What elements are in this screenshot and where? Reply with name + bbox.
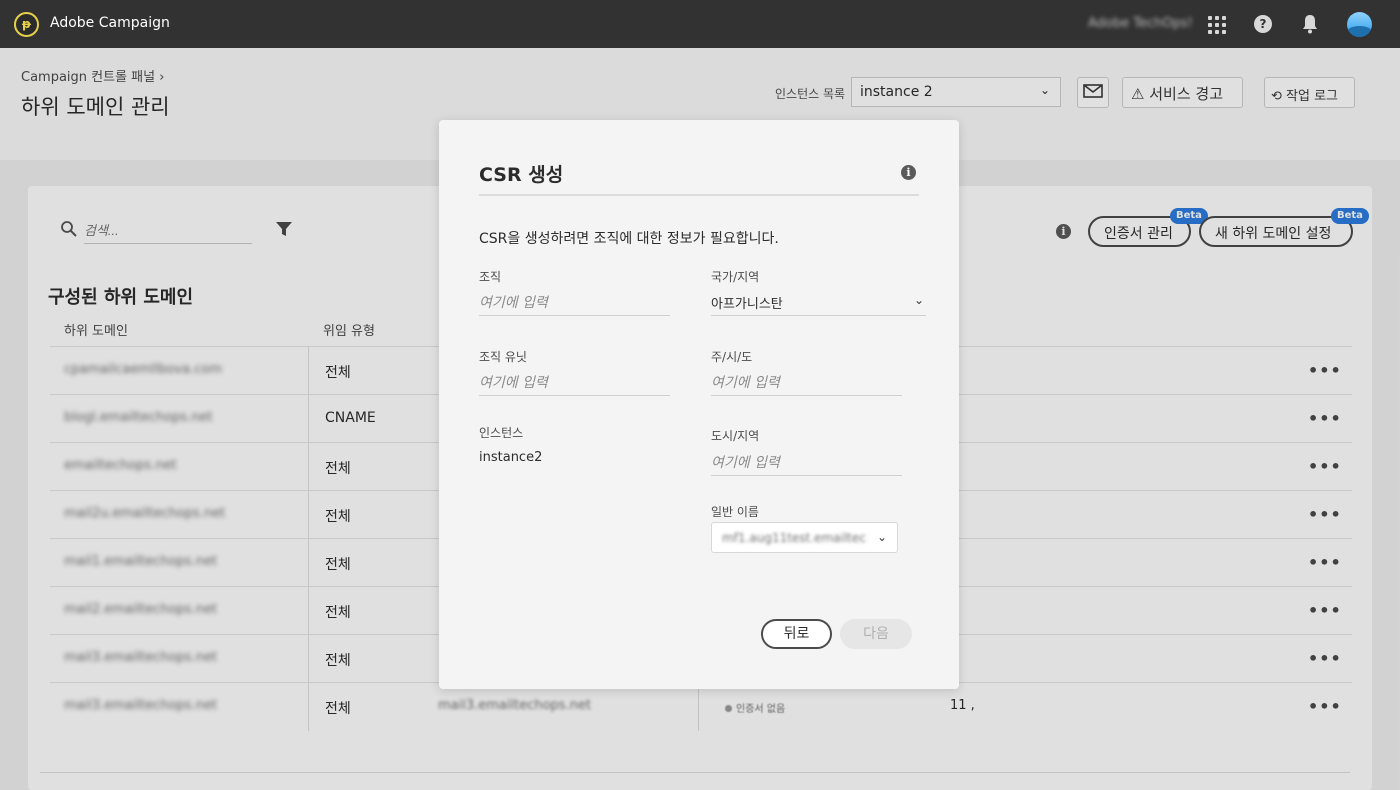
- org-unit-field[interactable]: [479, 370, 670, 396]
- state-label: 주/시/도: [711, 350, 753, 364]
- dialog-title: CSR 생성: [479, 164, 564, 186]
- common-name-label: 일반 이름: [711, 505, 759, 519]
- org-unit-label: 조직 유닛: [479, 350, 527, 364]
- country-label: 국가/지역: [711, 270, 760, 284]
- app-title: Adobe Campaign: [50, 15, 170, 31]
- avatar[interactable]: [1347, 12, 1372, 37]
- state-field[interactable]: [711, 370, 902, 396]
- instance-label: 인스턴스: [479, 426, 524, 440]
- city-label: 도시/지역: [711, 429, 760, 443]
- info-icon[interactable]: i: [901, 165, 916, 180]
- back-button[interactable]: 뒤로: [761, 619, 832, 649]
- app-switcher-grid-icon[interactable]: [1206, 14, 1226, 34]
- chevron-down-icon: ⌄: [913, 293, 924, 307]
- bell-icon[interactable]: [1300, 14, 1320, 34]
- organization-field[interactable]: [479, 290, 670, 316]
- adobe-campaign-logo-icon[interactable]: ᵽ: [14, 12, 39, 37]
- generate-csr-dialog: CSR 생성 i CSR을 생성하려면 조직에 대한 정보가 필요합니다. 조직…: [439, 120, 959, 689]
- chevron-down-icon: ⌄: [876, 530, 887, 544]
- country-select[interactable]: 아프가니스탄 ⌄: [711, 288, 926, 316]
- next-button[interactable]: 다음: [840, 619, 912, 649]
- title-divider: [479, 194, 919, 196]
- org-switcher[interactable]: Adobe TechOps!: [1088, 16, 1193, 31]
- city-field[interactable]: [711, 450, 902, 476]
- organization-label: 조직: [479, 270, 502, 284]
- top-bar: ᵽ Adobe Campaign Adobe TechOps! ?: [0, 0, 1400, 48]
- dialog-description: CSR을 생성하려면 조직에 대한 정보가 필요합니다.: [479, 231, 779, 247]
- instance-value: instance2: [479, 450, 543, 465]
- common-name-select[interactable]: mf1.aug11test.emailtech... ⌄: [711, 522, 898, 553]
- help-icon[interactable]: ?: [1254, 15, 1272, 33]
